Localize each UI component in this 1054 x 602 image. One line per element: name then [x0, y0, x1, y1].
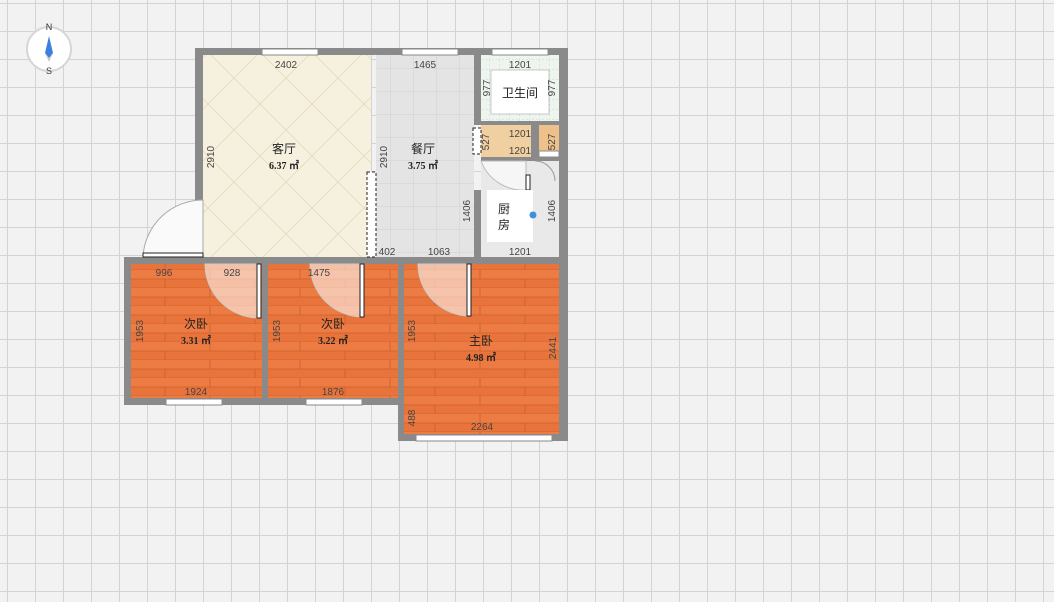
kitchen-label-box [487, 190, 533, 242]
door-entry-swing [142, 199, 204, 258]
dim-bed1-top-a: 996 [156, 268, 173, 279]
dim-dining-top: 1465 [414, 60, 437, 71]
wall-bed1-bed2 [262, 257, 268, 405]
dim-bed2-left: 1953 [272, 319, 283, 342]
dining-room-floor [376, 55, 474, 260]
compass-south: S [46, 66, 52, 76]
dim-dining-bottom-b: 1063 [428, 247, 451, 258]
dining-room-name: 餐厅 [411, 141, 435, 156]
dim-dining-right: 1406 [462, 199, 473, 222]
bedroom-2a-area: 3.31 ㎡ [181, 334, 211, 347]
wall-bed1-left [124, 257, 131, 405]
partition-utility-right [538, 150, 560, 158]
dim-kitchen-bottom: 1201 [509, 247, 532, 258]
dim-master-left-low: 488 [407, 409, 418, 426]
dim-dining-left: 2910 [379, 145, 390, 168]
kitchen-name-line1: 厨 [498, 202, 510, 216]
living-room-pattern [203, 55, 371, 260]
wall-dining-kitchen-low [474, 190, 481, 260]
wall-utility-bottom [481, 157, 559, 161]
compass-north: N [46, 22, 53, 32]
wall-bed2-master [398, 257, 404, 441]
dining-room-area: 3.75 ㎡ [408, 159, 438, 172]
dim-utility-bottom: 1201 [509, 146, 532, 157]
wall-utility-mid [531, 125, 539, 157]
dim-master-bottom: 2264 [471, 422, 494, 433]
partition-utility [472, 127, 482, 155]
dim-bed1-left: 1953 [135, 319, 146, 342]
dim-kitchen-right: 1406 [547, 199, 558, 222]
door-entry-leaf [142, 252, 204, 258]
dim-master-left: 1953 [407, 319, 418, 342]
kitchen-name-line2: 房 [498, 217, 510, 232]
floor-plan: 客厅 6.37 ㎡ 餐厅 3.75 ㎡ 卫生间 厨 房 次卧 3.31 ㎡ 次卧… [124, 48, 568, 442]
bedroom-2a-name: 次卧 [184, 317, 208, 331]
dim-bed2-top: 1475 [308, 268, 331, 279]
living-room-name: 客厅 [272, 141, 296, 156]
dim-utility-right: 527 [547, 133, 558, 150]
dim-bath-right: 977 [547, 79, 558, 96]
window-bedroom-2b [305, 398, 363, 406]
dim-bed1-bottom: 1924 [185, 387, 208, 398]
wall-dining-kitchen [474, 55, 481, 125]
door-bed1-leaf [256, 263, 262, 319]
bedroom-2b-name: 次卧 [321, 317, 345, 331]
bathroom-name: 卫生间 [502, 86, 538, 100]
window-bedroom-2a [165, 398, 223, 406]
door-bed2-leaf [359, 263, 365, 318]
wall-left-upper [195, 48, 203, 200]
dim-living-left: 2910 [206, 145, 217, 168]
master-bedroom-area: 4.98 ㎡ [466, 351, 496, 364]
dim-dining-bottom-a: 402 [379, 247, 396, 258]
window-living [261, 48, 319, 56]
living-room-area: 6.37 ㎡ [269, 159, 299, 172]
partition-living-dining [366, 171, 377, 258]
window-bathroom [491, 48, 549, 56]
dim-master-right: 2441 [548, 336, 559, 359]
dim-bath-top: 1201 [509, 60, 532, 71]
dim-bed1-top-b: 928 [224, 268, 241, 279]
master-bedroom-name: 主卧 [469, 334, 493, 348]
kitchen-marker-dot [529, 211, 537, 219]
dim-utility-top: 1201 [509, 129, 532, 140]
dim-utility-left: 527 [481, 133, 492, 150]
window-master [415, 434, 553, 442]
wall-right [559, 48, 568, 440]
window-dining [401, 48, 459, 56]
wall-bath-bottom [481, 121, 559, 125]
dim-bed2-bottom: 1876 [322, 387, 345, 398]
dim-bath-left: 977 [482, 79, 493, 96]
door-kitchen-leaf [525, 174, 531, 191]
wall-middle-horizontal [124, 257, 568, 264]
door-master-leaf [466, 263, 472, 317]
bedroom-2b-area: 3.22 ㎡ [318, 334, 348, 347]
compass-icon: N S [26, 22, 72, 76]
dim-living-top: 2402 [275, 60, 298, 71]
